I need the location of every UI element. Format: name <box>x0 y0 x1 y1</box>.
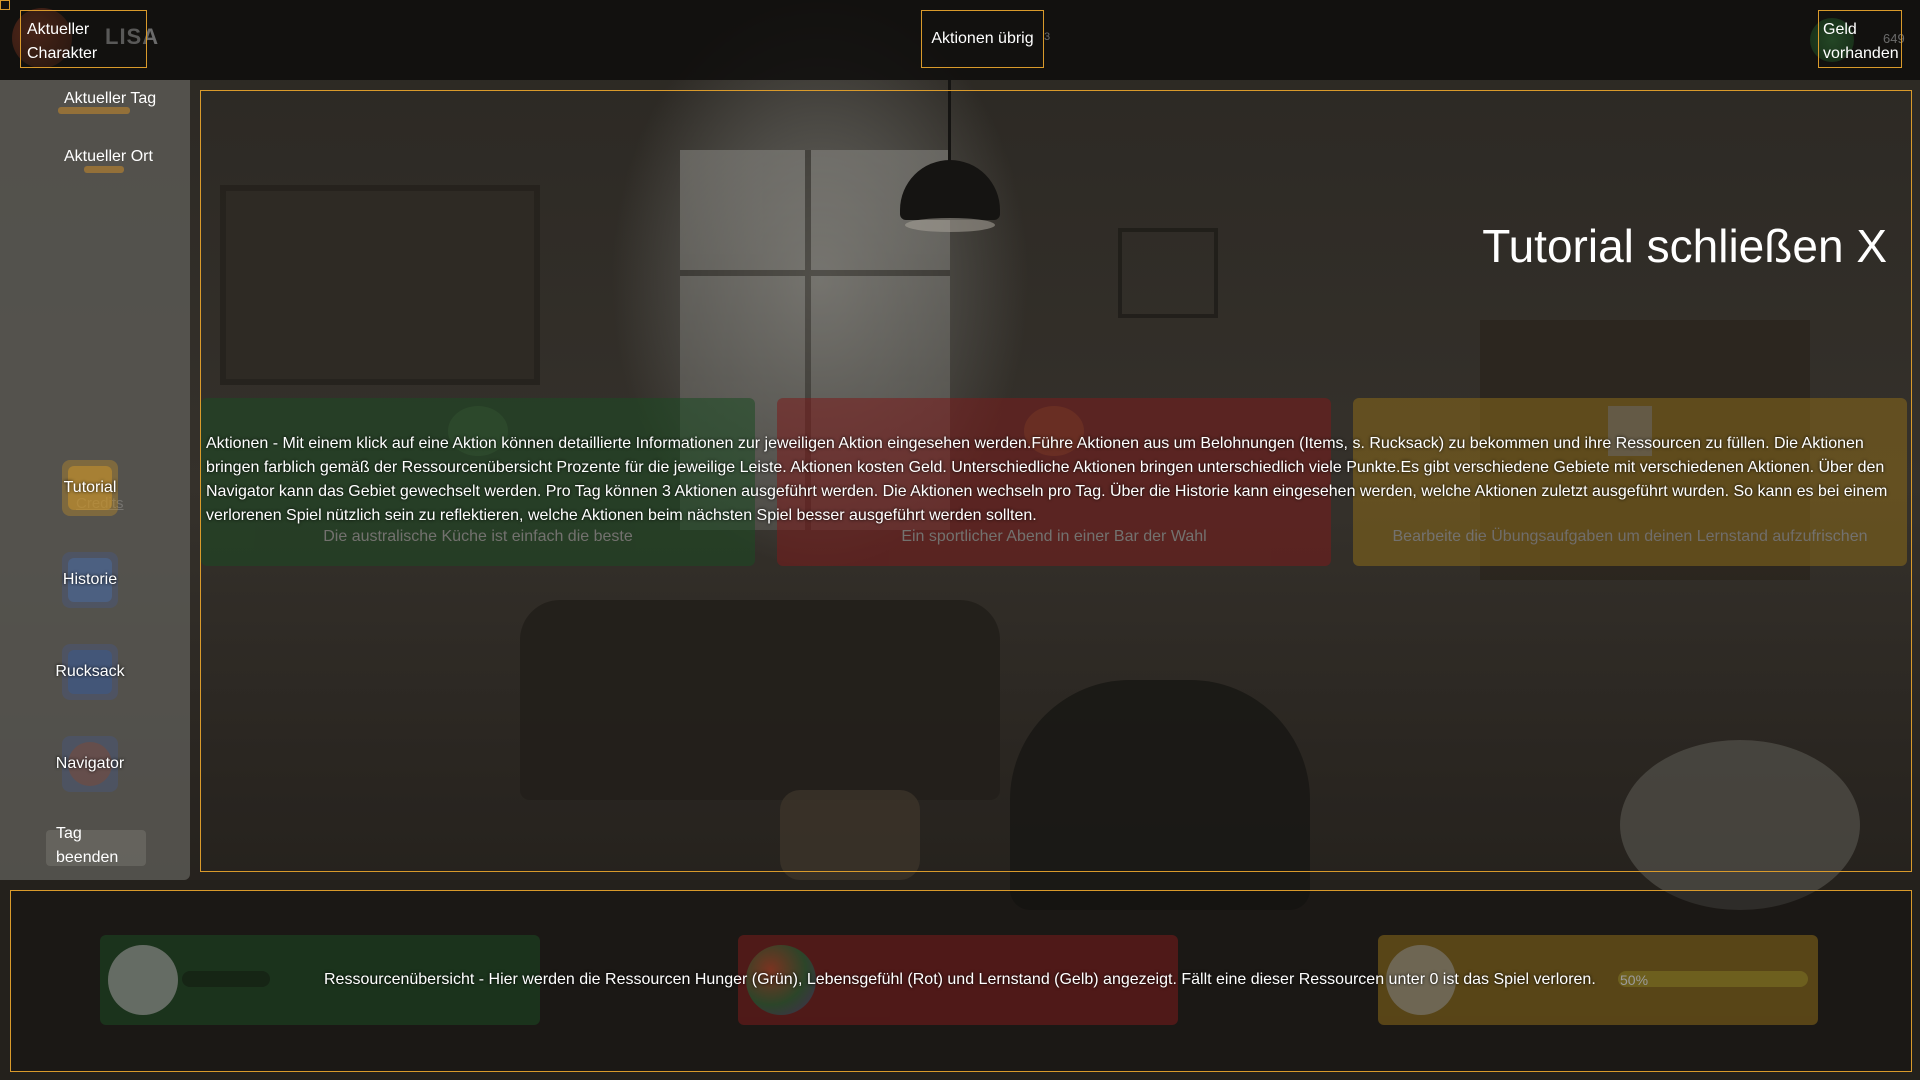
learning-value: 50% <box>1620 972 1649 988</box>
navigator-label: Navigator <box>55 755 125 772</box>
navigator-button[interactable]: Navigator <box>56 736 124 792</box>
tutorial-button[interactable]: Tutorial <box>62 460 118 516</box>
money-label: Geld vorhanden <box>1818 10 1902 68</box>
current-character-label: Aktueller Charakter <box>20 10 147 68</box>
action-subtitle: Ein sportlicher Abend in einer Bar der W… <box>901 528 1207 545</box>
resource-tutorial-text: Ressourcenübersicht - Hier werden die Re… <box>324 971 1596 988</box>
action-subtitle: Die australische Küche ist einfach die b… <box>323 528 633 545</box>
food-bowl-icon <box>108 945 178 1015</box>
hunger-bar <box>182 971 270 987</box>
tutorial-close-button[interactable]: Tutorial schließen X <box>1482 219 1887 273</box>
actions-tutorial-text: Aktionen - Mit einem klick auf eine Akti… <box>206 435 1888 524</box>
end-day-button[interactable]: Tag beenden <box>46 825 146 866</box>
top-bar: LISA Aktueller Charakter Aktionen übrig … <box>0 0 1920 80</box>
end-day-label: Tag beenden <box>56 825 119 866</box>
actions-remaining-value: 3 <box>1044 31 1051 43</box>
tutorial-label: Tutorial <box>63 479 117 496</box>
corner-marker <box>0 0 10 10</box>
actions-remaining-label: Aktionen übrig <box>921 10 1044 68</box>
action-subtitle: Bearbeite die Übungsaufgaben um deinen L… <box>1392 528 1868 545</box>
current-location-label: Aktueller Ort <box>64 148 153 165</box>
backpack-button[interactable]: Rucksack <box>55 644 125 700</box>
backpack-label: Rucksack <box>55 663 125 680</box>
sidebar: Aktueller Tag Aktueller Ort Credits Tuto… <box>0 80 190 880</box>
history-label: Historie <box>62 571 118 588</box>
current-day-label: Aktueller Tag <box>64 90 157 107</box>
history-button[interactable]: Historie <box>62 552 118 608</box>
